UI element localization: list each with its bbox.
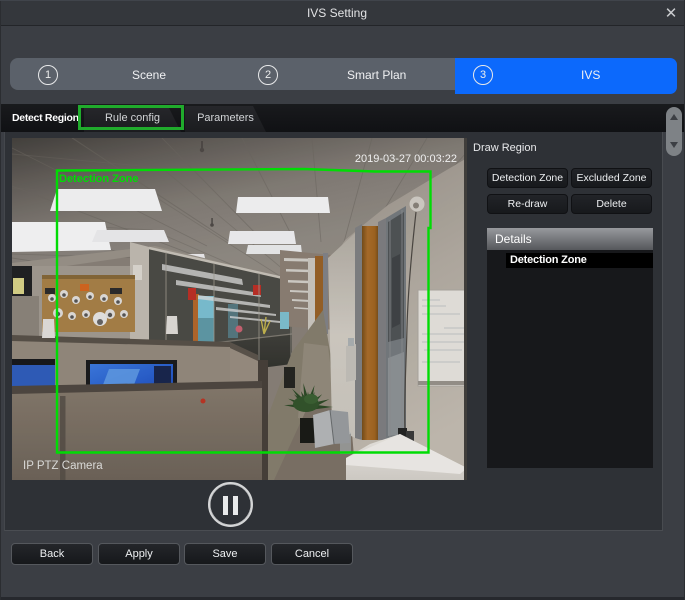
svg-text:Detection Zone: Detection Zone	[59, 173, 138, 185]
svg-text:2019-03-27 00:03:22: 2019-03-27 00:03:22	[355, 153, 457, 165]
svg-text:IP PTZ Camera: IP PTZ Camera	[23, 460, 103, 472]
